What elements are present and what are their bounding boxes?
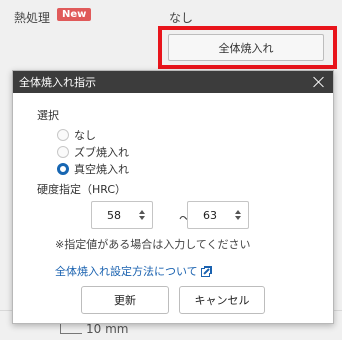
input-note: ※指定値がある場合は入力してください — [55, 238, 251, 251]
radio-vacuum[interactable] — [57, 163, 69, 175]
divider — [0, 310, 12, 311]
radio-zubu[interactable] — [57, 146, 69, 158]
full-quench-button[interactable]: 全体焼入れ — [168, 34, 324, 61]
new-badge: New — [57, 8, 92, 21]
option-none-label: なし — [74, 129, 96, 142]
dimension-text: 10 mm — [86, 322, 129, 336]
close-icon[interactable] — [311, 74, 327, 90]
divider — [334, 310, 342, 311]
hardness-min-value: 58 — [107, 208, 121, 222]
hardness-label: 硬度指定（HRC） — [37, 183, 127, 196]
dimension-label: 10 mm — [60, 322, 128, 336]
radio-none[interactable] — [57, 129, 69, 141]
option-none[interactable]: なし — [57, 127, 96, 143]
stepper-icon[interactable] — [138, 209, 146, 221]
hardness-max-value: 63 — [203, 208, 217, 222]
dimension-mark-icon — [60, 324, 82, 334]
help-link-text[interactable]: 全体焼入れ設定方法について — [55, 263, 198, 279]
cancel-button[interactable]: キャンセル — [179, 286, 265, 314]
external-link-icon — [200, 265, 212, 277]
heat-treatment-label: 熱処理 — [14, 11, 51, 25]
update-button[interactable]: 更新 — [81, 286, 169, 314]
hardness-max-input[interactable]: 63 — [187, 201, 249, 229]
select-label: 選択 — [37, 109, 59, 122]
dialog-title: 全体焼入れ指示 — [19, 76, 96, 89]
dialog-header: 全体焼入れ指示 — [13, 71, 333, 93]
option-zubu-label: ズブ焼入れ — [74, 146, 129, 159]
help-link[interactable]: 全体焼入れ設定方法について — [55, 263, 212, 279]
heat-treatment-value: なし — [169, 11, 194, 25]
option-zubu[interactable]: ズブ焼入れ — [57, 144, 129, 160]
stepper-icon[interactable] — [234, 209, 242, 221]
option-vacuum-label: 真空焼入れ — [74, 163, 129, 176]
hardness-min-input[interactable]: 58 — [91, 201, 153, 229]
full-quench-dialog: 全体焼入れ指示 選択 なし ズブ焼入れ 真空焼入れ 硬度指定（HRC） 58 〜… — [12, 70, 334, 324]
option-vacuum[interactable]: 真空焼入れ — [57, 161, 129, 177]
